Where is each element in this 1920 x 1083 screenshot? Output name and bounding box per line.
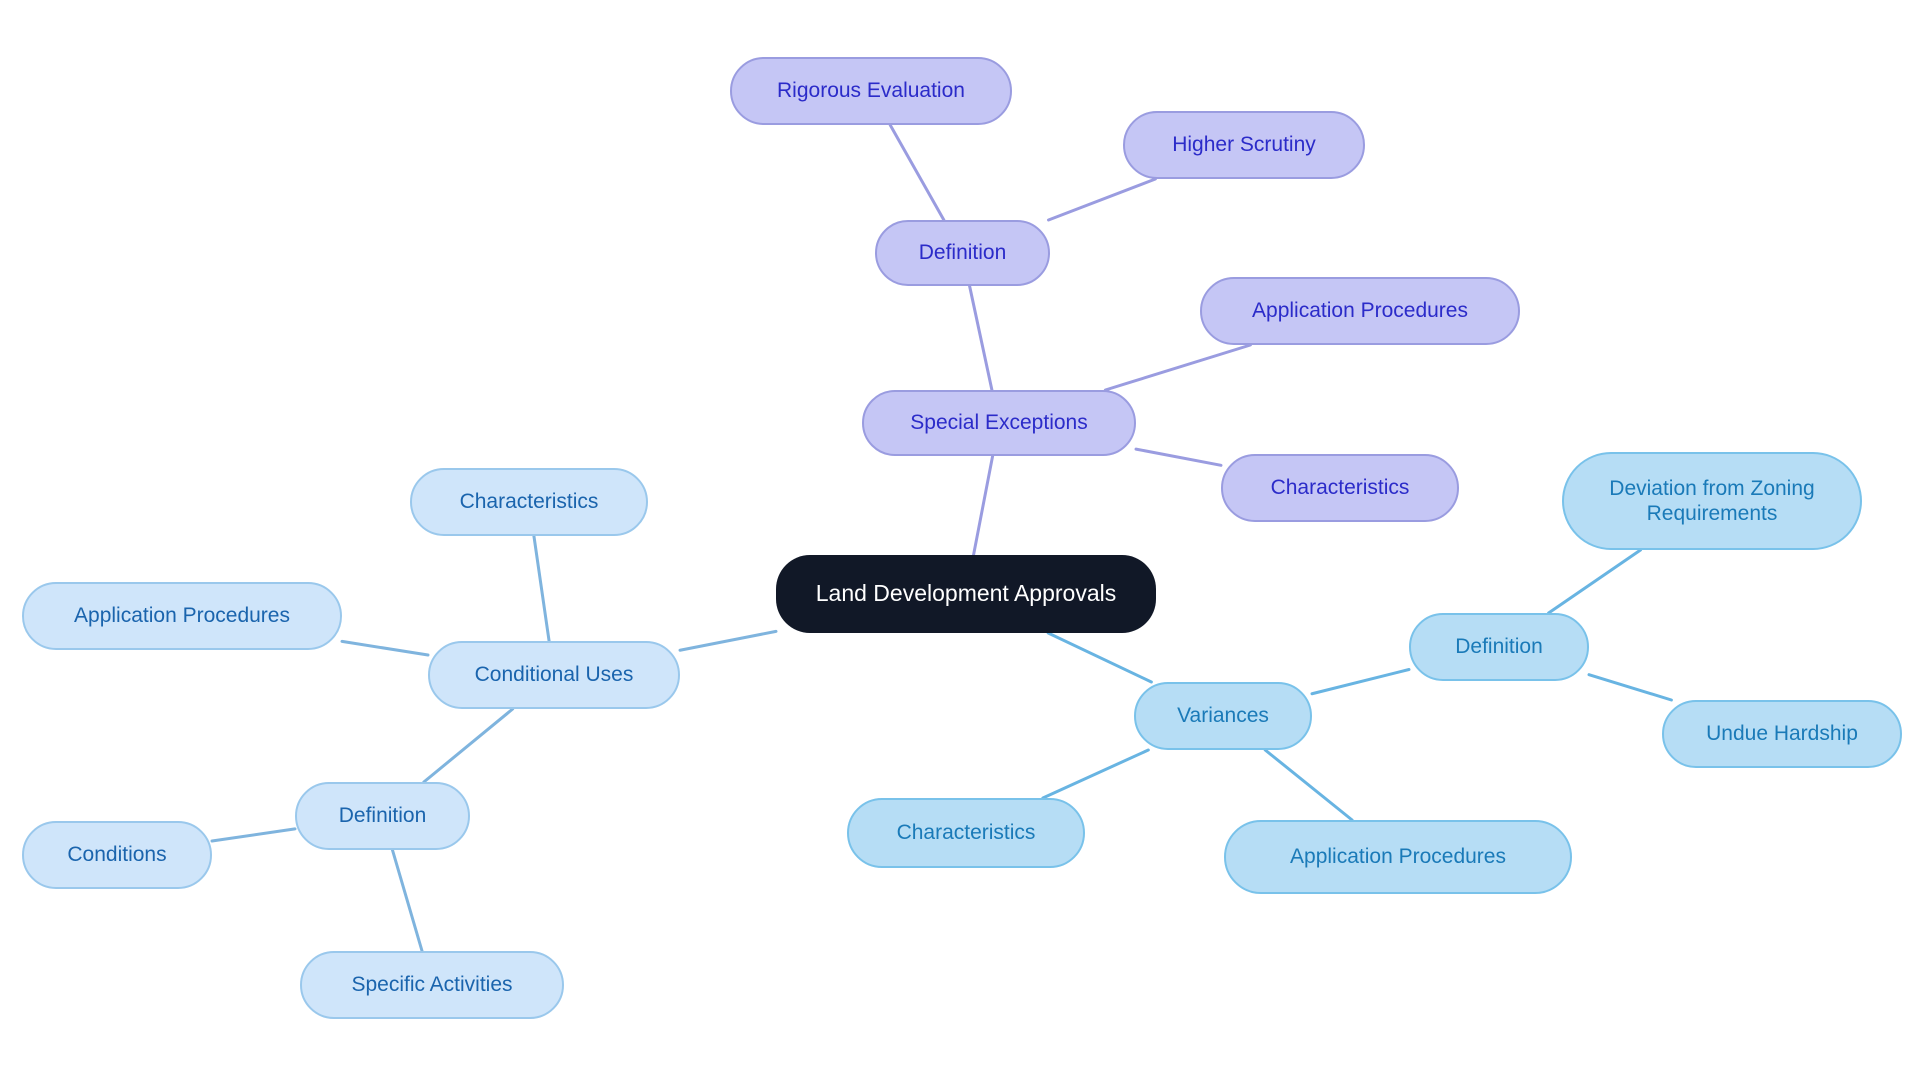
mindmap-edge-cu-def-to-cu-specific xyxy=(390,848,424,953)
mindmap-node-va-def[interactable]: Definition xyxy=(1409,613,1589,681)
mindmap-edge-root-to-special xyxy=(972,454,995,557)
mindmap-node-cu-appproc[interactable]: Application Procedures xyxy=(22,582,342,650)
mindmap-edge-conditional-to-cu-def xyxy=(422,707,515,784)
mindmap-edge-va-def-to-va-hardship xyxy=(1587,673,1673,702)
mindmap-edge-sp-def-to-sp-scrutiny xyxy=(1047,177,1157,222)
mindmap-edge-variances-to-va-chars xyxy=(1041,748,1150,800)
mindmap-canvas: Land Development Approvals Special Except… xyxy=(0,0,1920,1083)
mindmap-edge-variances-to-va-def xyxy=(1310,668,1411,696)
mindmap-edge-special-to-sp-def xyxy=(968,284,994,392)
mindmap-node-sp-appproc[interactable]: Application Procedures xyxy=(1200,277,1520,345)
mindmap-node-variances[interactable]: Variances xyxy=(1134,682,1312,750)
mindmap-node-va-deviation[interactable]: Deviation from Zoning Requirements xyxy=(1562,452,1862,550)
mindmap-node-cu-conditions[interactable]: Conditions xyxy=(22,821,212,889)
mindmap-edge-cu-def-to-cu-conditions xyxy=(210,827,297,843)
mindmap-edge-special-to-sp-appproc xyxy=(1103,343,1252,392)
mindmap-node-sp-def[interactable]: Definition xyxy=(875,220,1050,286)
mindmap-node-root[interactable]: Land Development Approvals xyxy=(776,555,1156,633)
mindmap-edge-root-to-conditional xyxy=(678,629,778,652)
mindmap-edge-root-to-variances xyxy=(1046,631,1153,684)
mindmap-edge-conditional-to-cu-appproc xyxy=(340,639,430,657)
mindmap-node-va-hardship[interactable]: Undue Hardship xyxy=(1662,700,1902,768)
mindmap-edge-special-to-sp-chars xyxy=(1134,447,1223,467)
mindmap-node-sp-scrutiny[interactable]: Higher Scrutiny xyxy=(1123,111,1365,179)
mindmap-node-cu-specific[interactable]: Specific Activities xyxy=(300,951,564,1019)
mindmap-edge-va-def-to-va-deviation xyxy=(1547,548,1643,615)
mindmap-node-cu-chars[interactable]: Characteristics xyxy=(410,468,648,536)
mindmap-node-conditional[interactable]: Conditional Uses xyxy=(428,641,680,709)
mindmap-edge-sp-def-to-sp-rigorous xyxy=(888,123,946,222)
mindmap-node-sp-rigorous[interactable]: Rigorous Evaluation xyxy=(730,57,1012,125)
mindmap-node-special[interactable]: Special Exceptions xyxy=(862,390,1136,456)
mindmap-node-va-appproc[interactable]: Application Procedures xyxy=(1224,820,1572,894)
mindmap-node-va-chars[interactable]: Characteristics xyxy=(847,798,1085,868)
mindmap-node-cu-def[interactable]: Definition xyxy=(295,782,470,850)
mindmap-edge-conditional-to-cu-chars xyxy=(532,534,551,643)
mindmap-node-sp-chars[interactable]: Characteristics xyxy=(1221,454,1459,522)
mindmap-edge-variances-to-va-appproc xyxy=(1263,748,1354,822)
